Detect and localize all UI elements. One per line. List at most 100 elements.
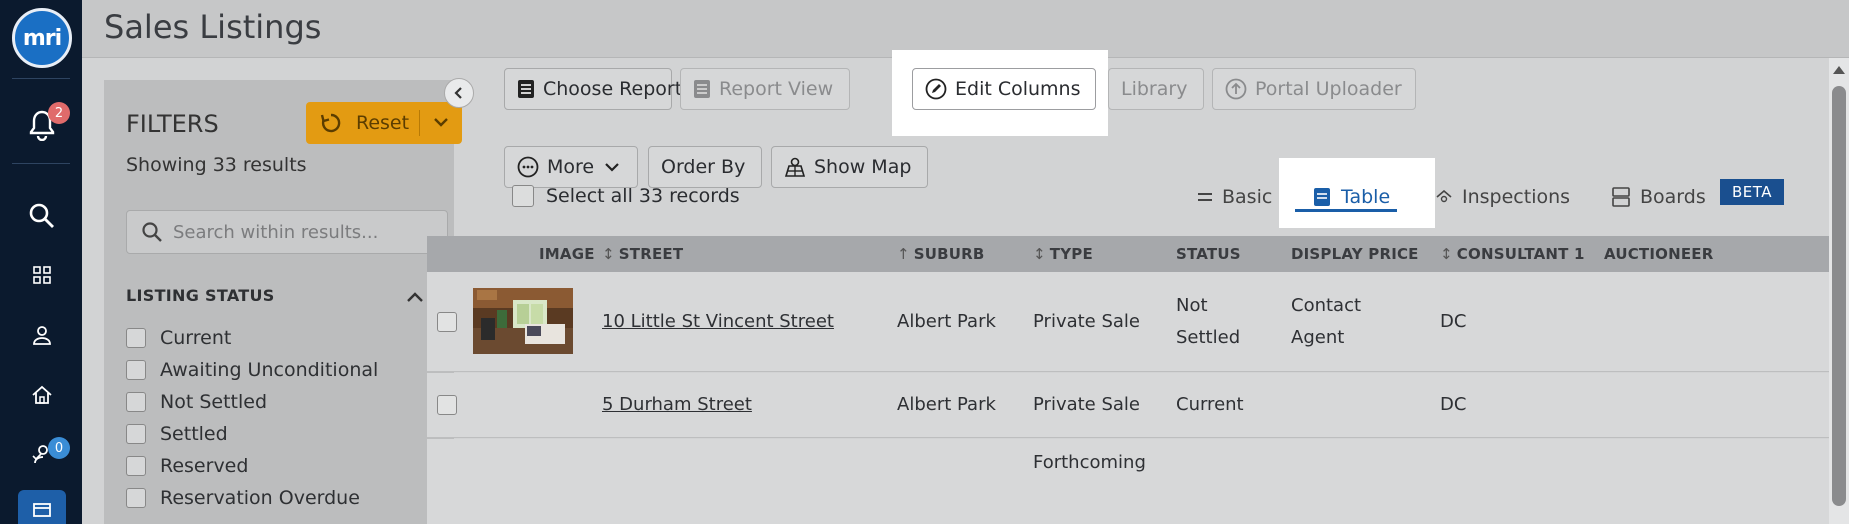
sort-up-icon: ↑ (897, 245, 910, 263)
tasks-count-badge: 0 (48, 437, 70, 459)
reset-label: Reset (356, 112, 410, 134)
row-checkbox[interactable] (437, 395, 457, 415)
reset-icon (320, 113, 341, 133)
more-dots-icon (517, 156, 539, 178)
consultant-cell: DC (1440, 394, 1467, 415)
checkbox[interactable] (126, 392, 146, 412)
filter-option-awaiting-unconditional[interactable]: Awaiting Unconditional (126, 357, 378, 383)
sort-updown-icon: ↕ (602, 245, 615, 263)
street-link[interactable]: 10 Little St Vincent Street (602, 306, 834, 338)
display-price-cell: Contact Agent (1291, 295, 1362, 348)
column-header-status: STATUS (1176, 245, 1241, 263)
checkbox[interactable] (126, 456, 146, 476)
column-header-suburb[interactable]: ↑ SUBURB (897, 236, 985, 272)
library-button[interactable]: Library (1108, 68, 1204, 110)
type-cell: Private Sale (1033, 394, 1141, 415)
sales-listings-nav-active[interactable] (18, 490, 66, 524)
scroll-up-arrow-icon[interactable] (1833, 66, 1845, 74)
app-logo[interactable]: mri (12, 8, 72, 68)
edit-pencil-icon (925, 78, 947, 100)
filters-title: FILTERS (126, 110, 219, 138)
chevron-up-icon[interactable] (406, 290, 424, 304)
sort-updown-icon: ↕ (1440, 245, 1453, 263)
checkbox[interactable] (126, 360, 146, 380)
rail-divider (12, 163, 70, 164)
select-all-records[interactable]: Select all 33 records (512, 185, 740, 207)
filter-option-reserved[interactable]: Reserved (126, 453, 248, 479)
suburb-cell: Albert Park (897, 311, 996, 332)
notification-count-badge: 2 (48, 102, 70, 124)
type-cell: Private Sale (1033, 311, 1141, 332)
chevron-left-icon (454, 87, 462, 99)
status-cell: Not Settled (1176, 295, 1241, 348)
table-row[interactable]: 5 Durham Street Albert Park Private Sale… (427, 373, 1835, 438)
column-header-display-price: DISPLAY PRICE (1291, 245, 1419, 263)
filter-option-not-settled[interactable]: Not Settled (126, 389, 267, 415)
inspections-house-icon (1436, 190, 1452, 204)
filter-option-reservation-overdue[interactable]: Reservation Overdue (126, 485, 360, 511)
table-row[interactable]: 10 Little St Vincent Street Albert Park … (427, 272, 1835, 372)
chevron-down-icon[interactable] (432, 113, 450, 131)
report-view-icon (693, 79, 711, 99)
page-title: Sales Listings (104, 8, 322, 46)
column-header-type[interactable]: ↕ TYPE (1033, 236, 1093, 272)
nav-rail: mri 2 0 (0, 0, 82, 524)
result-count: Showing 33 results (126, 154, 307, 176)
logo-text: mri (22, 25, 62, 51)
checkbox[interactable] (126, 424, 146, 444)
select-all-checkbox[interactable] (512, 185, 534, 207)
scrollbar-thumb[interactable] (1832, 86, 1846, 506)
report-icon (517, 79, 535, 99)
column-header-image: IMAGE (539, 245, 595, 263)
filter-search-box[interactable] (126, 210, 448, 254)
map-icon (784, 156, 806, 178)
column-header-auctioneer: AUCTIONEER (1604, 245, 1714, 263)
type-cell: Forthcoming (1033, 452, 1146, 473)
view-tab-inspections[interactable]: Inspections (1436, 180, 1570, 214)
properties-home-icon[interactable] (22, 375, 62, 415)
reset-filters-button[interactable]: Reset (306, 102, 462, 144)
listing-thumbnail[interactable] (473, 288, 573, 354)
upload-icon (1225, 78, 1247, 100)
order-by-button[interactable]: Order By (648, 146, 762, 188)
edit-columns-button[interactable]: Edit Columns (912, 68, 1096, 110)
filters-panel: FILTERS Reset Showing 33 results LISTING… (104, 80, 462, 524)
active-tab-indicator (1295, 209, 1397, 212)
search-icon[interactable] (22, 196, 62, 236)
table-header: IMAGE ↕ STREET ↑ SUBURB ↕ TYPE STATUS DISPL… (427, 236, 1835, 272)
report-view-button[interactable]: Report View (680, 68, 850, 110)
search-within-results-input[interactable] (173, 221, 433, 243)
search-icon (142, 222, 162, 242)
portal-uploader-button[interactable]: Portal Uploader (1212, 68, 1416, 110)
main-content: FILTERS Reset Showing 33 results LISTING… (82, 50, 1849, 524)
listing-status-heading: LISTING STATUS (126, 286, 275, 305)
collapse-filters-button[interactable] (444, 78, 474, 108)
column-header-street[interactable]: ↕ STREET (602, 236, 683, 272)
row-checkbox[interactable] (437, 312, 457, 332)
checkbox[interactable] (126, 488, 146, 508)
consultant-cell: DC (1440, 311, 1467, 332)
view-tab-basic[interactable]: Basic (1198, 180, 1272, 214)
suburb-cell: Albert Park (897, 394, 996, 415)
rail-divider (12, 78, 70, 79)
filter-option-current[interactable]: Current (126, 325, 231, 351)
contacts-person-icon[interactable] (22, 315, 62, 355)
filter-option-settled[interactable]: Settled (126, 421, 228, 447)
page-scrollbar[interactable] (1829, 58, 1849, 524)
boards-icon (1612, 187, 1630, 207)
show-map-button[interactable]: Show Map (771, 146, 928, 188)
table-row[interactable]: Forthcoming (427, 439, 1835, 524)
column-header-consultant-1[interactable]: ↕ CONSULTANT 1 (1440, 236, 1585, 272)
checkbox[interactable] (126, 328, 146, 348)
beta-badge: BETA (1720, 179, 1784, 205)
choose-report-button[interactable]: Choose Report (504, 68, 682, 110)
view-tab-boards[interactable]: Boards (1612, 180, 1706, 214)
more-button[interactable]: More (504, 146, 638, 188)
status-cell: Current (1176, 394, 1244, 415)
basic-list-icon (1198, 192, 1212, 202)
table-icon (1313, 187, 1331, 207)
street-link[interactable]: 5 Durham Street (602, 389, 752, 421)
chevron-down-icon (605, 163, 619, 172)
sort-updown-icon: ↕ (1033, 245, 1046, 263)
dashboard-grid-icon[interactable] (22, 255, 62, 295)
